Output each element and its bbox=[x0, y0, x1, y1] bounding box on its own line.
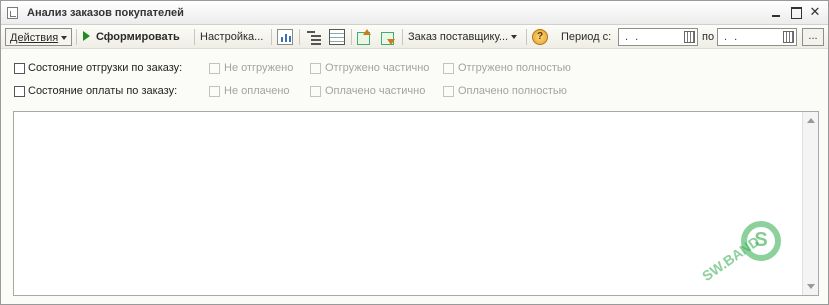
shipment-filter-row: Состояние отгрузки по заказу: Не отгруже… bbox=[1, 60, 828, 78]
shipment-filter-label[interactable]: Состояние отгрузки по заказу: bbox=[28, 62, 182, 74]
supplier-order-button[interactable]: Заказ поставщику... bbox=[408, 28, 518, 46]
calendar-icon[interactable] bbox=[684, 31, 695, 43]
move-down-icon[interactable] bbox=[380, 29, 396, 45]
generate-label: Сформировать bbox=[96, 31, 180, 43]
period-from-label: Период с: bbox=[561, 31, 612, 43]
toolbar-separator bbox=[299, 29, 300, 45]
period-from-input[interactable]: . . bbox=[618, 28, 698, 46]
maximize-button[interactable] bbox=[789, 5, 803, 19]
supplier-order-label: Заказ поставщику... bbox=[408, 31, 509, 43]
title-bar[interactable]: Анализ заказов покупателей ✕ bbox=[1, 1, 828, 25]
toolbar-separator bbox=[526, 29, 527, 45]
fully-shipped-label: Отгружено полностью bbox=[458, 62, 571, 74]
calendar-icon[interactable] bbox=[783, 31, 794, 43]
report-result-area[interactable] bbox=[13, 111, 819, 296]
toolbar-separator bbox=[194, 29, 195, 45]
period-select-button[interactable]: ... bbox=[802, 28, 824, 46]
period-to-value: . . bbox=[724, 31, 740, 43]
report-window: Анализ заказов покупателей ✕ Действия Сф… bbox=[0, 0, 829, 305]
scroll-down-icon[interactable] bbox=[807, 284, 815, 289]
not-shipped-label: Не отгружено bbox=[224, 62, 294, 74]
help-icon[interactable]: ? bbox=[532, 29, 548, 45]
period-from-value: . . bbox=[625, 31, 641, 43]
payment-filter-checkbox[interactable] bbox=[14, 86, 25, 97]
partially-paid-label: Оплачено частично bbox=[325, 85, 426, 97]
window-title: Анализ заказов покупателей bbox=[27, 7, 184, 19]
scroll-up-icon[interactable] bbox=[807, 118, 815, 123]
payment-filter-label[interactable]: Состояние оплаты по заказу: bbox=[28, 85, 177, 97]
partially-shipped-label: Отгружено частично bbox=[325, 62, 430, 74]
not-paid-label: Не оплачено bbox=[224, 85, 290, 97]
toolbar-separator bbox=[351, 29, 352, 45]
fully-paid-checkbox[interactable] bbox=[443, 86, 454, 97]
toolbar-separator bbox=[271, 29, 272, 45]
period-to-input[interactable]: . . bbox=[717, 28, 797, 46]
partially-paid-checkbox[interactable] bbox=[310, 86, 321, 97]
report-icon[interactable] bbox=[277, 29, 293, 45]
fully-paid-label: Оплачено полностью bbox=[458, 85, 567, 97]
vertical-scrollbar[interactable] bbox=[802, 112, 818, 295]
move-up-icon[interactable] bbox=[356, 29, 372, 45]
fully-shipped-checkbox[interactable] bbox=[443, 63, 454, 74]
chevron-down-icon bbox=[61, 36, 68, 41]
minimize-button[interactable] bbox=[770, 5, 784, 19]
tree-icon[interactable] bbox=[306, 29, 322, 45]
actions-label: Действия bbox=[10, 32, 59, 44]
chevron-down-icon bbox=[511, 35, 518, 40]
period-to-label: по bbox=[702, 31, 715, 43]
close-button[interactable]: ✕ bbox=[808, 5, 822, 19]
toolbar-separator bbox=[76, 29, 77, 45]
actions-menu-button[interactable]: Действия bbox=[5, 28, 73, 46]
payment-filter-row: Состояние оплаты по заказу: Не оплачено … bbox=[1, 83, 828, 101]
generate-button[interactable]: Сформировать bbox=[83, 28, 180, 46]
report-form-icon bbox=[7, 7, 18, 19]
toolbar-separator bbox=[402, 29, 403, 45]
not-shipped-checkbox[interactable] bbox=[209, 63, 220, 74]
shipment-filter-checkbox[interactable] bbox=[14, 63, 25, 74]
table-icon[interactable] bbox=[329, 29, 345, 45]
not-paid-checkbox[interactable] bbox=[209, 86, 220, 97]
toolbar: Действия Сформировать Настройка... Заказ… bbox=[1, 25, 828, 49]
play-icon bbox=[83, 31, 90, 42]
settings-button[interactable]: Настройка... bbox=[200, 28, 263, 46]
partially-shipped-checkbox[interactable] bbox=[310, 63, 321, 74]
